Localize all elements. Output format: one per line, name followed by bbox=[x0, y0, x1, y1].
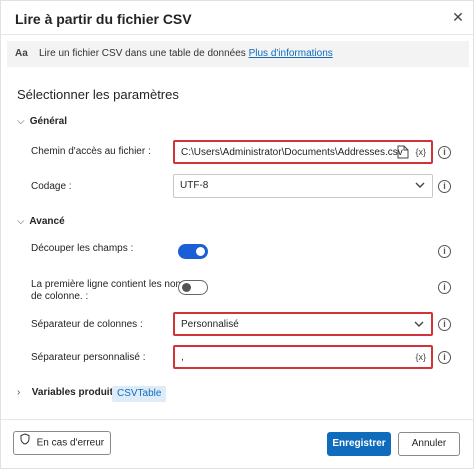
first-line-headers-label-line2: de colonne. : bbox=[31, 291, 89, 302]
chevron-down-icon: ⌵ bbox=[17, 216, 25, 227]
more-info-link[interactable]: Plus d'informations bbox=[249, 48, 333, 59]
footer-divider bbox=[1, 419, 473, 420]
encoding-label: Codage : bbox=[31, 181, 72, 192]
encoding-value: UTF-8 bbox=[180, 180, 209, 191]
file-path-input[interactable]: C:\Users\Administrator\Documents\Address… bbox=[173, 140, 433, 164]
trim-fields-help-icon[interactable]: i bbox=[438, 245, 451, 258]
custom-separator-help-icon[interactable]: i bbox=[438, 351, 451, 364]
produced-variables-header[interactable]: › Variables produites bbox=[17, 387, 124, 398]
encoding-help-icon[interactable]: i bbox=[438, 180, 451, 193]
file-path-help-icon[interactable]: i bbox=[438, 146, 451, 159]
encoding-select[interactable]: UTF-8 bbox=[173, 174, 433, 198]
toggle-knob bbox=[196, 247, 205, 256]
column-separator-label: Séparateur de colonnes : bbox=[31, 319, 143, 330]
trim-fields-label: Découper les champs : bbox=[31, 243, 134, 254]
column-separator-select[interactable]: Personnalisé bbox=[173, 312, 433, 336]
variable-icon[interactable]: {x} bbox=[415, 352, 426, 362]
info-text: Lire un fichier CSV dans une table de do… bbox=[39, 48, 333, 59]
chevron-down-icon: ⌵ bbox=[17, 116, 25, 127]
chevron-down-icon bbox=[414, 179, 426, 194]
column-separator-help-icon[interactable]: i bbox=[438, 318, 451, 331]
group-advanced-label: Avancé bbox=[29, 216, 65, 227]
group-general-header[interactable]: ⌵ Général bbox=[17, 116, 67, 127]
column-separator-value: Personnalisé bbox=[181, 319, 239, 330]
file-icon[interactable] bbox=[397, 145, 409, 162]
first-line-headers-help-icon[interactable]: i bbox=[438, 281, 451, 294]
group-general-label: Général bbox=[29, 116, 68, 127]
section-title: Sélectionner les paramètres bbox=[17, 87, 179, 102]
read-csv-dialog: Lire à partir du fichier CSV ✕ Aa Lire u… bbox=[0, 0, 474, 469]
dialog-title: Lire à partir du fichier CSV bbox=[15, 11, 192, 27]
dialog-titlebar: Lire à partir du fichier CSV ✕ bbox=[1, 1, 473, 35]
trim-fields-toggle[interactable] bbox=[178, 244, 208, 259]
text-type-icon: Aa bbox=[15, 48, 28, 59]
variable-icon[interactable]: {x} bbox=[415, 147, 426, 157]
toggle-knob bbox=[182, 283, 191, 292]
first-line-headers-label-line1: La première ligne contient les noms bbox=[31, 279, 189, 290]
save-button[interactable]: Enregistrer bbox=[327, 432, 391, 456]
on-error-button[interactable]: En cas d'erreur bbox=[13, 431, 111, 455]
produced-variables-label: Variables produites bbox=[31, 387, 125, 398]
custom-separator-input[interactable]: , {x} bbox=[173, 345, 433, 369]
custom-separator-label: Séparateur personnalisé : bbox=[31, 352, 146, 363]
info-description: Lire un fichier CSV dans une table de do… bbox=[39, 48, 246, 59]
chevron-right-icon: › bbox=[17, 387, 21, 398]
chevron-down-icon bbox=[413, 318, 425, 333]
info-bar: Aa Lire un fichier CSV dans une table de… bbox=[7, 41, 469, 67]
first-line-headers-label: La première ligne contient les noms de c… bbox=[31, 279, 189, 303]
file-path-value: C:\Users\Administrator\Documents\Address… bbox=[181, 147, 403, 158]
variable-badge[interactable]: CSVTable bbox=[112, 386, 167, 402]
first-line-headers-toggle[interactable] bbox=[178, 280, 208, 295]
close-icon[interactable]: ✕ bbox=[451, 10, 465, 24]
on-error-label: En cas d'erreur bbox=[36, 437, 105, 449]
group-advanced-header[interactable]: ⌵ Avancé bbox=[17, 216, 65, 227]
shield-icon bbox=[20, 432, 30, 454]
file-path-label: Chemin d'accès au fichier : bbox=[31, 146, 151, 157]
cancel-button[interactable]: Annuler bbox=[398, 432, 460, 456]
custom-separator-value: , bbox=[181, 352, 184, 363]
